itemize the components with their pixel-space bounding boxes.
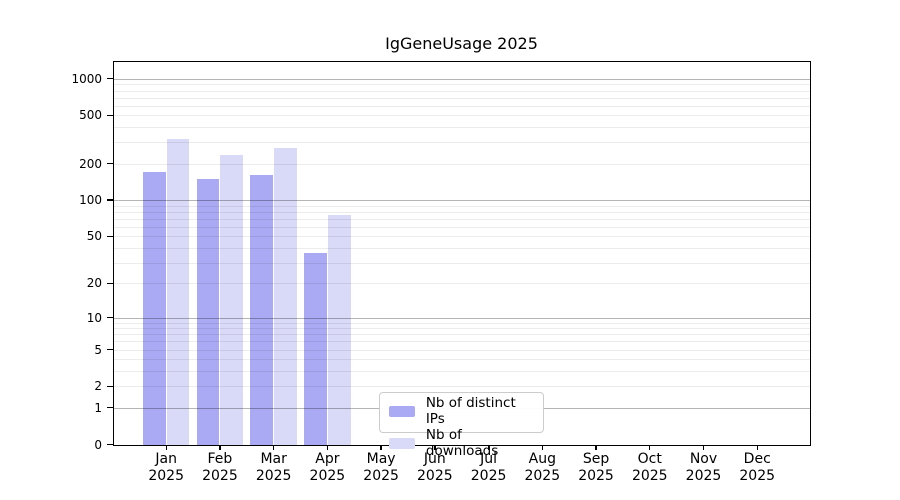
- y-tick-10: [107, 316, 113, 319]
- y-grid-minor-90: [113, 205, 810, 207]
- y-grid-minor-5: [113, 349, 810, 351]
- y-tick-200: [107, 163, 113, 165]
- y-tick-100: [107, 199, 113, 201]
- y-grid-minor-800: [113, 90, 810, 92]
- y-grid-minor-400: [113, 127, 810, 129]
- legend-item-downloads: Nb of downloads: [389, 427, 534, 459]
- y-tick-label-200: 200: [79, 156, 102, 171]
- x-tick-aug: [541, 445, 543, 450]
- y-grid-minor-60: [113, 226, 810, 228]
- y-grid-major-1000: [113, 78, 810, 80]
- x-tick-apr: [326, 445, 329, 450]
- legend-item-distinct-ips: Nb of distinct IPs: [389, 395, 534, 427]
- bar-distinct-ips-mar: [250, 175, 274, 445]
- x-tick-jan: [165, 445, 167, 450]
- y-grid-major-10: [113, 317, 810, 319]
- chart-title: IgGeneUsage 2025: [385, 34, 538, 53]
- x-tick-oct: [649, 445, 651, 450]
- y-tick-label-5: 5: [94, 342, 102, 357]
- y-grid-minor-30: [113, 262, 810, 264]
- y-tick-label-100: 100: [79, 193, 102, 208]
- x-tick-mar: [272, 445, 275, 450]
- y-grid-minor-700: [113, 97, 810, 99]
- y-grid-minor-500: [113, 115, 810, 117]
- y-grid-minor-80: [113, 211, 810, 213]
- legend: Nb of distinct IPs Nb of downloads: [379, 392, 544, 459]
- y-grid-minor-900: [113, 84, 810, 86]
- x-tick-nov: [702, 445, 705, 450]
- x-tick-dec: [756, 445, 758, 450]
- y-tick-50: [107, 235, 113, 238]
- x-tick-sep: [595, 445, 597, 450]
- y-tick-label-0: 0: [94, 437, 102, 452]
- y-tick-label-20: 20: [86, 276, 102, 291]
- x-tick-feb: [219, 445, 221, 450]
- y-tick-label-1000: 1000: [71, 71, 102, 86]
- y-grid-minor-40: [113, 247, 810, 249]
- y-tick-0: [107, 443, 113, 446]
- plot-area: [112, 60, 811, 446]
- y-grid-minor-7: [113, 334, 810, 336]
- y-grid-minor-600: [113, 105, 810, 107]
- legend-swatch-distinct-ips-icon: [389, 405, 415, 417]
- y-tick-1: [107, 407, 113, 409]
- y-grid-minor-20: [113, 283, 810, 285]
- y-tick-label-10: 10: [86, 310, 102, 325]
- y-tick-label-1: 1: [94, 400, 102, 415]
- y-grid-major-100: [113, 200, 810, 202]
- y-grid-minor-9: [113, 322, 810, 324]
- x-tick-may: [380, 445, 382, 450]
- bar-downloads-mar: [274, 147, 297, 445]
- legend-label-distinct-ips: Nb of distinct IPs: [425, 395, 516, 427]
- y-grid-minor-50: [113, 236, 810, 238]
- y-grid-minor-6: [113, 341, 810, 343]
- y-tick-500: [107, 114, 113, 117]
- y-tick-label-500: 500: [79, 108, 102, 123]
- y-tick-2: [107, 385, 113, 388]
- chart-figure: IgGeneUsage 2025 0 1 2 5 10 20 50 100 200 500 1000…: [0, 0, 900, 500]
- y-grid-minor-3: [113, 371, 810, 373]
- legend-label-downloads: Nb of downloads: [425, 427, 499, 459]
- bar-downloads-jan: [166, 138, 190, 445]
- y-grid-minor-4: [113, 359, 810, 361]
- y-grid-minor-70: [113, 218, 810, 220]
- y-grid-minor-8: [113, 328, 810, 330]
- y-tick-20: [107, 282, 113, 284]
- y-grid-minor-200: [113, 163, 810, 165]
- y-tick-1000: [107, 78, 113, 80]
- y-tick-5: [107, 348, 113, 351]
- y-grid-minor-2: [113, 386, 810, 388]
- bar-distinct-ips-jan: [142, 172, 166, 445]
- y-tick-label-2: 2: [94, 379, 102, 394]
- legend-swatch-downloads-icon: [389, 437, 415, 449]
- x-tick-label-dec: Dec 2025: [739, 451, 776, 484]
- y-grid-minor-300: [113, 142, 810, 144]
- bar-downloads-feb: [220, 155, 244, 445]
- bar-downloads-apr: [327, 215, 351, 445]
- y-tick-label-50: 50: [86, 229, 102, 244]
